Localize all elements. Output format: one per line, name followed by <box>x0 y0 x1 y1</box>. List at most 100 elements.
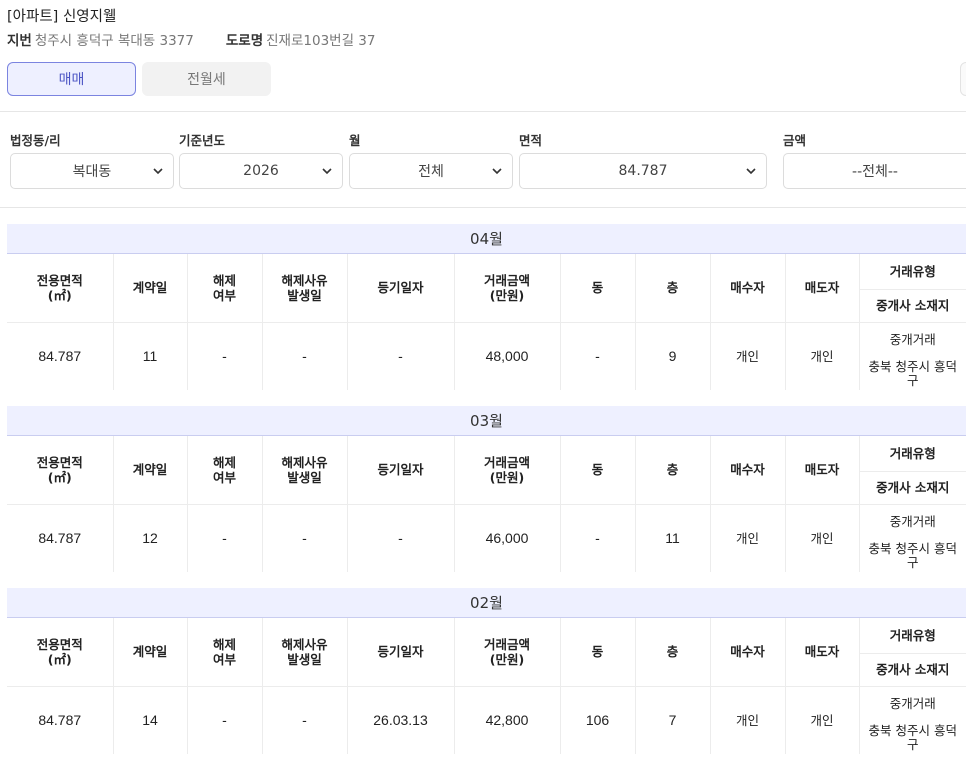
col-deal-type: 거래유형 <box>859 254 966 290</box>
col-seller: 매도자 <box>785 618 860 687</box>
col-reg-date: 등기일자 <box>347 436 455 505</box>
cell-contract-day: 11 <box>113 322 188 390</box>
filter-bar: 법정동/리 복대동 기준년도 2026 월 전체 면적 84.787 금액 --… <box>0 113 966 208</box>
month-label: 04월 <box>470 230 503 248</box>
col-deal-type: 거래유형 <box>859 618 966 654</box>
cell-cancel: - <box>187 686 263 754</box>
cell-reg-date: - <box>347 322 455 390</box>
cell-deal-type: 중개거래 <box>889 514 936 530</box>
jibun-label: 지번 <box>7 33 32 49</box>
month-header: 02월 <box>7 588 966 618</box>
col-buyer: 매수자 <box>710 436 786 505</box>
chevron-down-icon <box>153 168 163 175</box>
address-line: 지번 청주시 흥덕구 복대동 3377 도로명 진재로103번길 37 <box>7 29 375 49</box>
filter-label-year: 기준년도 <box>179 133 226 148</box>
cell-cancel-date: - <box>262 686 348 754</box>
road-label: 도로명 <box>225 33 264 49</box>
col-deal-type: 거래유형 <box>859 436 966 472</box>
cell-cancel: - <box>187 504 263 572</box>
cell-building: 106 <box>560 686 636 754</box>
cell-area: 84.787 <box>7 322 114 390</box>
cell-cancel: - <box>187 322 263 390</box>
cell-reg-date: 26.03.13 <box>347 686 455 754</box>
select-year-value: 2026 <box>243 163 279 179</box>
cell-seller: 개인 <box>785 322 860 390</box>
col-price: 거래금액 (만원) <box>454 436 561 505</box>
col-price: 거래금액 (만원) <box>454 254 561 323</box>
col-seller: 매도자 <box>785 254 860 323</box>
select-year[interactable]: 2026 <box>179 153 343 189</box>
col-area: 전용면적 (㎡) <box>7 618 114 687</box>
select-dong[interactable]: 복대동 <box>10 153 174 189</box>
month-section-1: 04월 전용면적 (㎡) 계약일 해제 여부 해제사유 발생일 등기일자 거래금액 (만… <box>7 224 966 390</box>
filter-label-month: 월 <box>349 133 361 148</box>
tab-sale[interactable]: 매매 <box>7 62 136 96</box>
chevron-down-icon <box>492 168 502 175</box>
col-reg-date: 등기일자 <box>347 254 455 323</box>
tab-rent[interactable]: 전월세 <box>142 62 271 96</box>
cell-reg-date: - <box>347 504 455 572</box>
col-cancel-date: 해제사유 발생일 <box>262 254 348 323</box>
cell-buyer: 개인 <box>710 686 786 754</box>
cell-building: - <box>560 504 636 572</box>
cell-buyer: 개인 <box>710 322 786 390</box>
transactions-table: 전용면적 (㎡) 계약일 해제 여부 해제사유 발생일 등기일자 거래금액 (만원) 동… <box>7 436 966 572</box>
month-label: 02월 <box>470 594 503 612</box>
col-floor: 층 <box>635 618 711 687</box>
table-row: 84.787 12 - - - 46,000 - 11 개인 개인 중개거래 <box>7 504 966 572</box>
select-dong-value: 복대동 <box>72 164 112 180</box>
col-building: 동 <box>560 618 636 687</box>
col-cancel-date: 해제사유 발생일 <box>262 618 348 687</box>
page-title: [아파트] 신영지웰 <box>7 9 117 25</box>
cell-cancel-date: - <box>262 322 348 390</box>
month-label: 03월 <box>470 412 503 430</box>
month-section-2: 03월 전용면적 (㎡) 계약일 해제 여부 해제사유 발생일 등기일자 거래금액 (만… <box>7 406 966 572</box>
col-contract-day: 계약일 <box>113 618 188 687</box>
col-building: 동 <box>560 436 636 505</box>
col-buyer: 매수자 <box>710 254 786 323</box>
filter-label-price: 금액 <box>783 133 807 148</box>
select-area[interactable]: 84.787 <box>519 153 767 189</box>
cell-seller: 개인 <box>785 504 860 572</box>
col-buyer: 매수자 <box>710 618 786 687</box>
offscreen-button[interactable] <box>960 62 966 96</box>
month-header: 03월 <box>7 406 966 436</box>
table-row: 84.787 11 - - - 48,000 - 9 개인 개인 중개거래 <box>7 322 966 390</box>
col-agent-location: 중개사 소재지 <box>859 471 966 505</box>
col-agent-location: 중개사 소재지 <box>859 289 966 323</box>
select-month[interactable]: 전체 <box>349 153 513 189</box>
page-header: [아파트] 신영지웰 지번 청주시 흥덕구 복대동 3377 도로명 진재로103번길… <box>0 0 966 112</box>
select-price[interactable]: --전체-- <box>783 153 966 189</box>
col-floor: 층 <box>635 436 711 505</box>
cell-area: 84.787 <box>7 686 114 754</box>
cell-building: - <box>560 322 636 390</box>
cell-seller: 개인 <box>785 686 860 754</box>
col-floor: 층 <box>635 254 711 323</box>
month-section-3: 02월 전용면적 (㎡) 계약일 해제 여부 해제사유 발생일 등기일자 거래금액 (만… <box>7 588 966 754</box>
cell-contract-day: 12 <box>113 504 188 572</box>
col-cancel-date: 해제사유 발생일 <box>262 436 348 505</box>
col-contract-day: 계약일 <box>113 436 188 505</box>
cell-contract-day: 14 <box>113 686 188 754</box>
cell-price: 42,800 <box>454 686 561 754</box>
month-header: 04월 <box>7 224 966 254</box>
chevron-down-icon <box>746 168 756 175</box>
col-area: 전용면적 (㎡) <box>7 436 114 505</box>
transactions-table: 전용면적 (㎡) 계약일 해제 여부 해제사유 발생일 등기일자 거래금액 (만원) 동… <box>7 254 966 390</box>
col-reg-date: 등기일자 <box>347 618 455 687</box>
col-contract-day: 계약일 <box>113 254 188 323</box>
col-cancel: 해제 여부 <box>187 618 263 687</box>
cell-deal-type: 중개거래 <box>889 696 936 712</box>
cell-agent-location: 충북 청주시 흥덕 구 <box>868 358 957 388</box>
col-cancel: 해제 여부 <box>187 254 263 323</box>
cell-deal-type: 중개거래 <box>889 332 936 348</box>
cell-price: 48,000 <box>454 322 561 390</box>
jibun-value: 청주시 흥덕구 복대동 3377 <box>34 33 194 49</box>
filter-label-dong: 법정동/리 <box>10 133 61 148</box>
select-month-value: 전체 <box>418 164 444 180</box>
cell-price: 46,000 <box>454 504 561 572</box>
col-price: 거래금액 (만원) <box>454 618 561 687</box>
chevron-down-icon <box>322 168 332 175</box>
cell-buyer: 개인 <box>710 504 786 572</box>
cell-area: 84.787 <box>7 504 114 572</box>
